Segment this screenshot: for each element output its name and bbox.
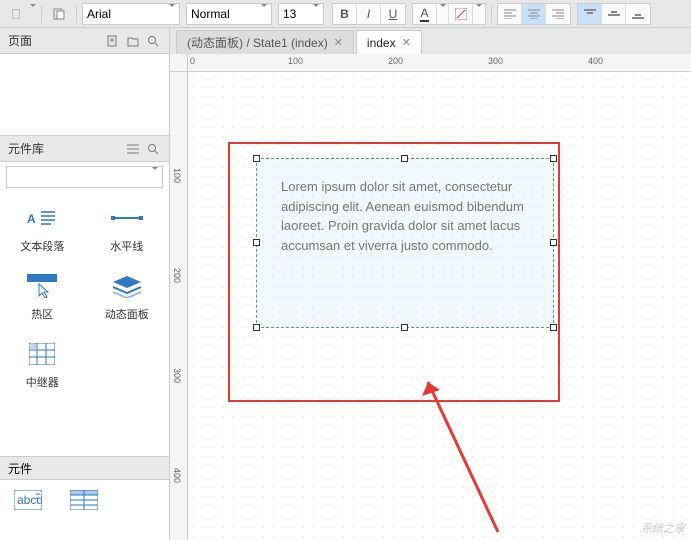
ruler-mark: 200: [172, 268, 182, 283]
add-folder-icon[interactable]: [125, 33, 141, 49]
tab-label: (动态面板) / State1 (index): [187, 34, 328, 51]
repeater-icon: [24, 340, 60, 368]
canvas-viewport: 0 100 200 300 400 100 200 300 400 Lorem …: [170, 54, 691, 540]
widget-label: 文本段落: [20, 238, 64, 254]
tab-dynamic-panel-state[interactable]: (动态面板) / State1 (index) ✕: [176, 30, 354, 54]
widget-library: A 文本段落 水平线 热区 动态面板 中继器: [0, 162, 169, 456]
align-middle-button[interactable]: [602, 4, 626, 24]
close-icon[interactable]: ✕: [334, 36, 343, 49]
horizontal-line-icon: [109, 204, 145, 232]
vertical-ruler[interactable]: 100 200 300 400: [170, 72, 188, 540]
chevron-down-icon: [152, 170, 158, 184]
library-panel-title: 元件库: [8, 140, 44, 157]
resize-handle-bc[interactable]: [401, 324, 408, 331]
font-family-dropdown[interactable]: Arial: [82, 3, 180, 25]
resize-handle-tr[interactable]: [550, 155, 557, 162]
editor-area: (动态面板) / State1 (index) ✕ index ✕ 0 100 …: [170, 28, 691, 540]
align-right-button[interactable]: [546, 4, 570, 24]
widget-label: 中继器: [26, 374, 59, 390]
hotspot-icon: [24, 272, 60, 300]
chevron-down-icon: [261, 7, 267, 21]
widget-dynamic-panel[interactable]: 动态面板: [85, 264, 170, 332]
text-color-button[interactable]: A: [413, 4, 437, 24]
resize-handle-tc[interactable]: [401, 155, 408, 162]
pages-panel-header: 页面: [0, 28, 169, 54]
format-toolbar: Arial Normal 13 B I U A: [0, 0, 691, 28]
ruler-mark: 400: [588, 56, 603, 66]
align-bottom-button[interactable]: [626, 4, 650, 24]
library-selector-dropdown[interactable]: [6, 166, 163, 188]
chevron-down-icon: [313, 7, 319, 21]
font-size-dropdown[interactable]: 13: [278, 3, 324, 25]
watermark: 系统之家: [641, 520, 685, 536]
v-align-group: [577, 3, 651, 25]
library-panel-header: 元件库: [0, 136, 169, 162]
add-page-icon[interactable]: [105, 33, 121, 49]
fill-color-dropdown[interactable]: [473, 4, 485, 24]
ruler-mark: 300: [172, 368, 182, 383]
text-paragraph-icon: A: [24, 204, 60, 232]
align-top-button[interactable]: [578, 4, 602, 24]
elements-panel-body: abcd: [0, 480, 169, 540]
left-sidebar: 页面 元件库 A 文本段落: [0, 28, 170, 540]
ruler-mark: 0: [190, 56, 195, 66]
font-style-group: B I U: [332, 3, 406, 25]
document-tabs: (动态面板) / State1 (index) ✕ index ✕: [170, 28, 691, 54]
align-center-button[interactable]: [522, 4, 546, 24]
ruler-corner: [170, 54, 188, 72]
widget-label: 热区: [31, 306, 53, 322]
svg-text:A: A: [27, 212, 36, 226]
bold-button[interactable]: B: [333, 4, 357, 24]
tab-label: index: [367, 36, 396, 50]
element-text-icon[interactable]: abcd: [14, 490, 42, 530]
toolbar-btn[interactable]: [4, 3, 28, 25]
dynamic-panel-icon: [109, 272, 145, 300]
resize-handle-br[interactable]: [550, 324, 557, 331]
design-canvas[interactable]: Lorem ipsum dolor sit amet, consectetur …: [188, 72, 691, 540]
search-icon[interactable]: [145, 33, 161, 49]
paste-special-button[interactable]: [47, 3, 71, 25]
elements-panel-title: 元件: [8, 460, 32, 477]
widget-hotspot[interactable]: 热区: [0, 264, 85, 332]
chevron-down-icon: [169, 7, 175, 21]
ruler-mark: 400: [172, 468, 182, 483]
text-content: Lorem ipsum dolor sit amet, consectetur …: [257, 159, 553, 273]
horizontal-ruler[interactable]: 0 100 200 300 400: [188, 54, 691, 72]
color-group: A: [412, 3, 486, 25]
pages-panel-body[interactable]: [0, 54, 169, 136]
ruler-mark: 100: [288, 56, 303, 66]
widget-label: 动态面板: [105, 306, 149, 322]
menu-icon[interactable]: [125, 141, 141, 157]
resize-handle-bl[interactable]: [253, 324, 260, 331]
elements-panel-header: 元件: [0, 456, 169, 480]
chevron-down-icon[interactable]: [30, 7, 36, 21]
align-left-button[interactable]: [498, 4, 522, 24]
resize-handle-mr[interactable]: [550, 239, 557, 246]
h-align-group: [497, 3, 571, 25]
svg-text:abcd: abcd: [17, 493, 42, 507]
fill-color-button[interactable]: [449, 4, 473, 24]
widget-label: 水平线: [110, 238, 143, 254]
resize-handle-tl[interactable]: [253, 155, 260, 162]
text-color-dropdown[interactable]: [437, 4, 449, 24]
close-icon[interactable]: ✕: [402, 36, 411, 49]
widget-horizontal-line[interactable]: 水平线: [85, 196, 170, 264]
ruler-mark: 300: [488, 56, 503, 66]
widget-repeater[interactable]: 中继器: [0, 332, 85, 400]
element-table-icon[interactable]: [70, 490, 98, 530]
selected-text-widget[interactable]: Lorem ipsum dolor sit amet, consectetur …: [256, 158, 554, 328]
search-icon[interactable]: [145, 141, 161, 157]
tab-index[interactable]: index ✕: [356, 30, 422, 54]
pages-panel-title: 页面: [8, 32, 32, 49]
widget-text-paragraph[interactable]: A 文本段落: [0, 196, 85, 264]
italic-button[interactable]: I: [357, 4, 381, 24]
ruler-mark: 100: [172, 168, 182, 183]
ruler-mark: 200: [388, 56, 403, 66]
resize-handle-ml[interactable]: [253, 239, 260, 246]
underline-button[interactable]: U: [381, 4, 405, 24]
font-style-dropdown[interactable]: Normal: [186, 3, 272, 25]
